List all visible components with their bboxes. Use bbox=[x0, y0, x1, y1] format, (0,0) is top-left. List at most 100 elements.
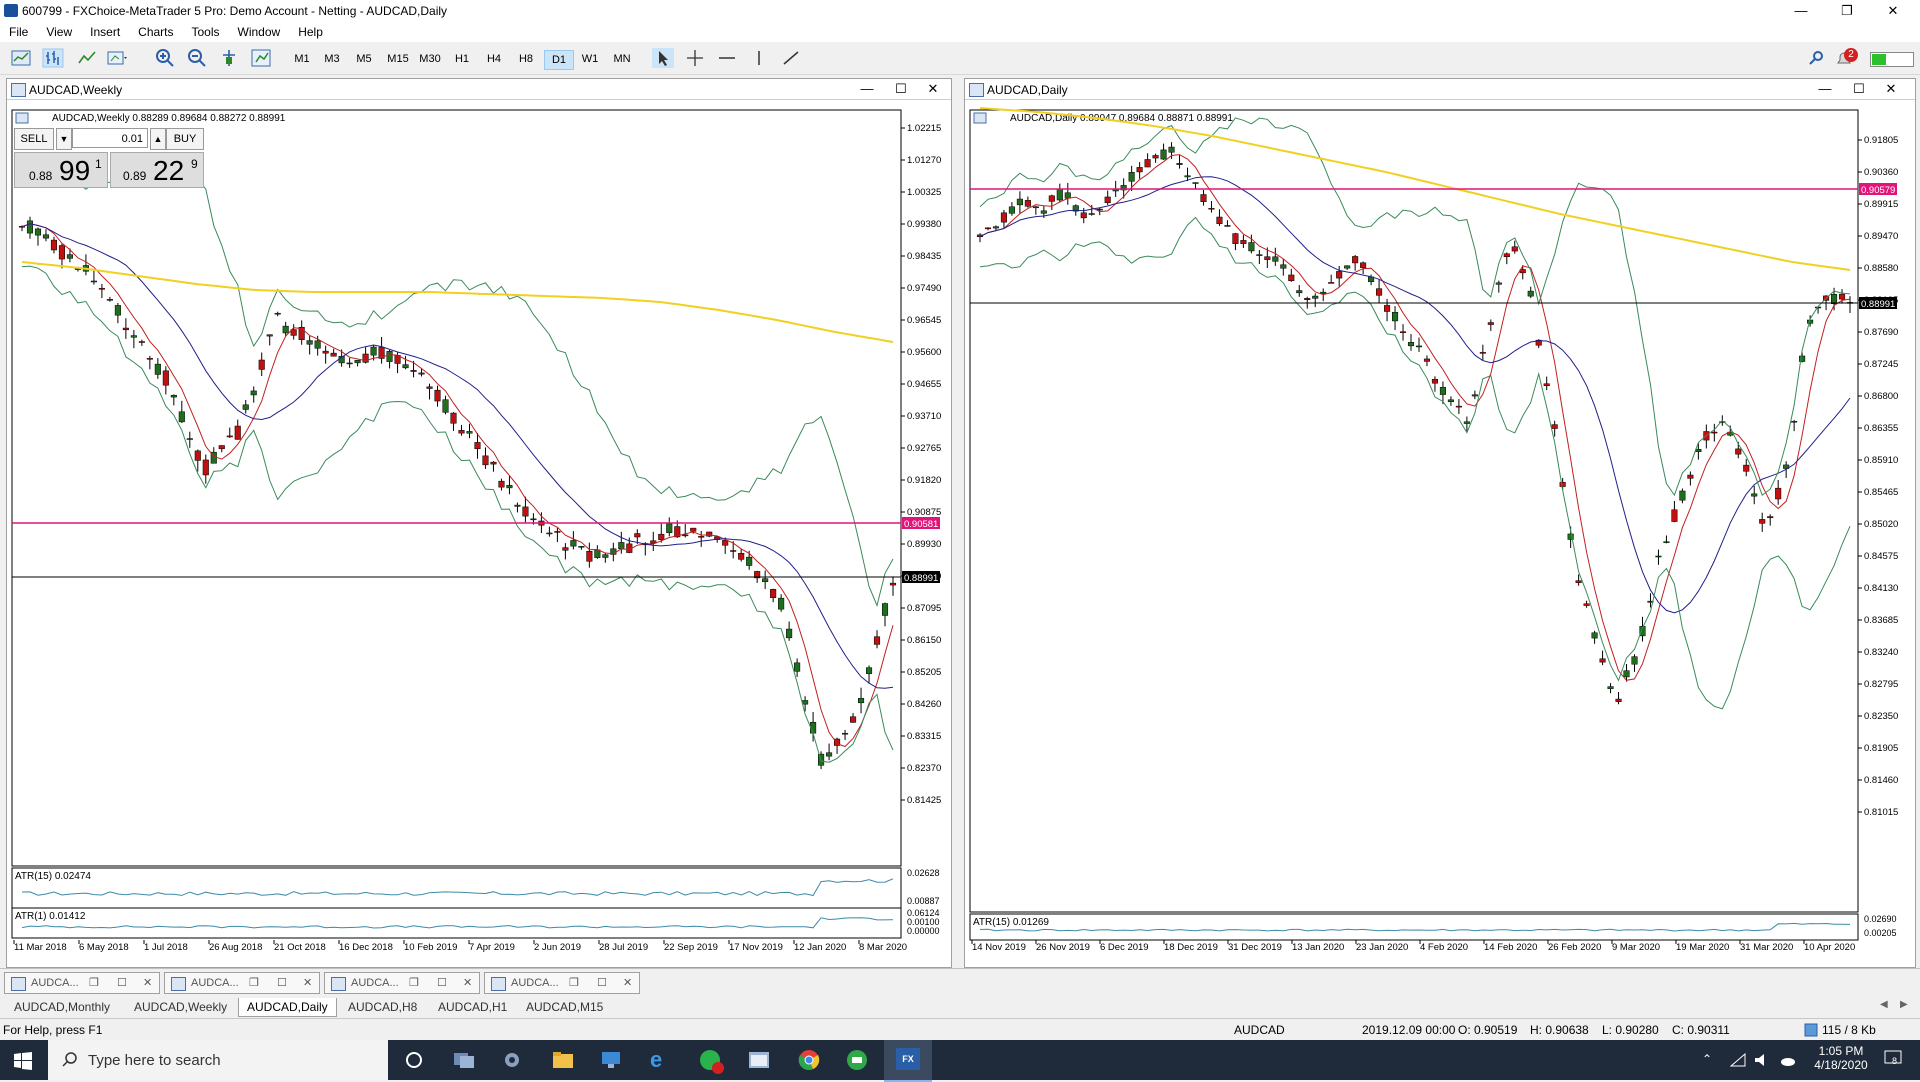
weekly-price-label: 0.91820 bbox=[907, 475, 941, 486]
status-symbol: AUDCAD bbox=[1234, 1023, 1285, 1037]
weekly-candle bbox=[170, 394, 177, 398]
daily-window-titlebar: AUDCAD,Daily — ☐ ✕ bbox=[965, 79, 1915, 100]
file-explorer-icon[interactable] bbox=[552, 1050, 574, 1070]
tabs-scroll-left-icon[interactable]: ◀ bbox=[1880, 999, 1888, 1010]
status-low: L: 0.90280 bbox=[1602, 1023, 1659, 1037]
edge-icon[interactable]: e bbox=[650, 1049, 672, 1072]
window-tab-4[interactable]: AUDCA... ❐ ☐ ✕ bbox=[484, 972, 640, 994]
weekly-candle bbox=[450, 412, 457, 424]
weekly-candle bbox=[466, 431, 473, 434]
weekly-candle bbox=[530, 518, 537, 521]
task-view-icon[interactable] bbox=[452, 1050, 476, 1070]
chart-tab-h1[interactable]: AUDCAD,H1 bbox=[430, 998, 515, 1016]
weekly-candle bbox=[306, 340, 313, 345]
weekly-candle bbox=[618, 542, 625, 550]
weekly-price-label: 1.01270 bbox=[907, 155, 941, 166]
weekly-candle bbox=[266, 334, 273, 337]
weekly-plot-area bbox=[11, 109, 902, 867]
weekly-candle bbox=[314, 340, 321, 349]
weekly-atr15-label: ATR(15) 0.02474 bbox=[15, 871, 91, 882]
weekly-candle bbox=[602, 554, 609, 558]
chrome-icon[interactable] bbox=[798, 1049, 820, 1071]
cortana-icon[interactable] bbox=[404, 1050, 424, 1070]
weekly-candle bbox=[146, 358, 153, 360]
sell-button[interactable]: SELL bbox=[14, 128, 54, 150]
one-click-trading-panel: SELL ▼ 0.01 ▲ BUY 0.88 99 1 0.89 22 9 bbox=[14, 128, 204, 188]
taskbar-search-placeholder: Type here to search bbox=[88, 1052, 221, 1069]
chart-tab-daily[interactable]: AUDCAD,Daily bbox=[238, 998, 337, 1017]
taskbar-time: 1:05 PM bbox=[1818, 1044, 1864, 1058]
weekly-price-label: 0.92765 bbox=[907, 443, 941, 454]
weekly-pink-price: 0.90581 bbox=[904, 519, 938, 530]
volume-down-icon[interactable]: ▼ bbox=[56, 128, 72, 150]
weekly-candle bbox=[402, 364, 409, 369]
taskbar-search-box[interactable]: Type here to search bbox=[48, 1040, 388, 1080]
network-icon[interactable] bbox=[1730, 1053, 1746, 1067]
weekly-candle bbox=[730, 550, 737, 552]
ask-price-box[interactable]: 0.89 22 9 bbox=[110, 152, 204, 188]
window-tabs-row: AUDCA... ❐ ☐ ✕ AUDCA... ❐ ☐ ✕ AUDCA... ❐ ☐ ✕ AUDC… bbox=[0, 968, 1920, 995]
buy-button[interactable]: BUY bbox=[166, 128, 204, 150]
tabs-scroll-right-icon[interactable]: ▶ bbox=[1900, 999, 1908, 1010]
volume-input[interactable]: 0.01 bbox=[72, 128, 148, 148]
fxchoice-icon: FX bbox=[896, 1048, 920, 1070]
chart-tabs: AUDCAD,Monthly AUDCAD,Weekly AUDCAD,Dail… bbox=[0, 996, 1920, 1018]
window-tab-3[interactable]: AUDCA... ❐ ☐ ✕ bbox=[324, 972, 480, 994]
bid-price-box[interactable]: 0.88 99 1 bbox=[14, 152, 108, 188]
weekly-candle bbox=[746, 556, 753, 566]
weekly-candle bbox=[842, 732, 849, 735]
app-window-icon[interactable] bbox=[748, 1050, 770, 1070]
weekly-candle bbox=[458, 430, 465, 434]
weekly-candle bbox=[634, 533, 641, 538]
bid-big: 99 bbox=[59, 155, 91, 186]
chart-tab-weekly[interactable]: AUDCAD,Weekly bbox=[126, 998, 235, 1016]
action-center-icon[interactable]: 8 bbox=[1884, 1050, 1906, 1070]
weekly-candle bbox=[242, 404, 249, 410]
weekly-candle bbox=[850, 716, 857, 723]
weekly-candle bbox=[42, 234, 50, 239]
chart-window-icon bbox=[969, 83, 984, 97]
volume-icon[interactable] bbox=[1754, 1053, 1770, 1067]
onedrive-icon[interactable] bbox=[1778, 1053, 1796, 1067]
weekly-candle bbox=[410, 370, 417, 372]
chart-tab-m15[interactable]: AUDCAD,M15 bbox=[518, 998, 611, 1016]
windows-start-icon[interactable] bbox=[14, 1052, 32, 1070]
daily-close-button[interactable]: ✕ bbox=[1881, 81, 1901, 97]
weekly-price-label: 0.87095 bbox=[907, 603, 941, 614]
volume-up-icon[interactable]: ▲ bbox=[150, 128, 166, 150]
ask-small: 0.89 bbox=[123, 169, 147, 183]
weekly-candle bbox=[826, 752, 833, 757]
weekly-atr15-panel bbox=[11, 867, 902, 909]
tray-chevron-icon[interactable]: ⌃ bbox=[1702, 1052, 1712, 1066]
daily-maximize-button[interactable]: ☐ bbox=[1849, 81, 1869, 97]
daily-chart-window: AUDCAD,Daily — ☐ ✕ bbox=[964, 78, 1916, 968]
status-close: C: 0.90311 bbox=[1672, 1023, 1730, 1037]
status-high: H: 0.90638 bbox=[1530, 1023, 1589, 1037]
weekly-candle bbox=[570, 540, 577, 547]
weekly-price-label: 0.97490 bbox=[907, 283, 941, 294]
weekly-candle bbox=[490, 461, 497, 465]
status-datetime: 2019.12.09 00:00 bbox=[1362, 1023, 1456, 1037]
weekly-price-label: 0.95600 bbox=[907, 347, 941, 358]
chart-tab-h8[interactable]: AUDCAD,H8 bbox=[340, 998, 425, 1016]
weekly-candle bbox=[738, 552, 745, 560]
weekly-candle bbox=[66, 254, 73, 259]
remote-desktop-icon[interactable] bbox=[600, 1050, 622, 1070]
weekly-price-label: 0.81425 bbox=[907, 795, 941, 806]
chart-tab-monthly[interactable]: AUDCAD,Monthly bbox=[6, 998, 118, 1016]
weekly-date-label: 11 Mar 2018 bbox=[14, 942, 67, 953]
metatrader-taskbar-button[interactable]: FX bbox=[884, 1040, 932, 1082]
taskbar-clock[interactable]: 1:05 PM 4/18/2020 bbox=[1808, 1044, 1874, 1072]
whatsapp-icon[interactable] bbox=[698, 1048, 724, 1074]
weekly-candle bbox=[330, 352, 337, 357]
chat-app-icon[interactable] bbox=[846, 1049, 868, 1071]
daily-minimize-button[interactable]: — bbox=[1815, 81, 1835, 96]
gear-app-icon[interactable] bbox=[502, 1050, 522, 1070]
weekly-atr1-panel bbox=[11, 907, 902, 939]
taskbar: Type here to search e FX ⌃ 1:05 PM 4/18/… bbox=[0, 1040, 1920, 1082]
weekly-date-label: 26 Aug 2018 bbox=[209, 942, 262, 953]
weekly-price-label: 0.82370 bbox=[907, 763, 941, 774]
window-tab-2[interactable]: AUDCA... ❐ ☐ ✕ bbox=[164, 972, 320, 994]
window-tab-1[interactable]: AUDCA... ❐ ☐ ✕ bbox=[4, 972, 160, 994]
weekly-info-label: AUDCAD,Weekly 0.88289 0.89684 0.88272 0.… bbox=[52, 113, 286, 124]
